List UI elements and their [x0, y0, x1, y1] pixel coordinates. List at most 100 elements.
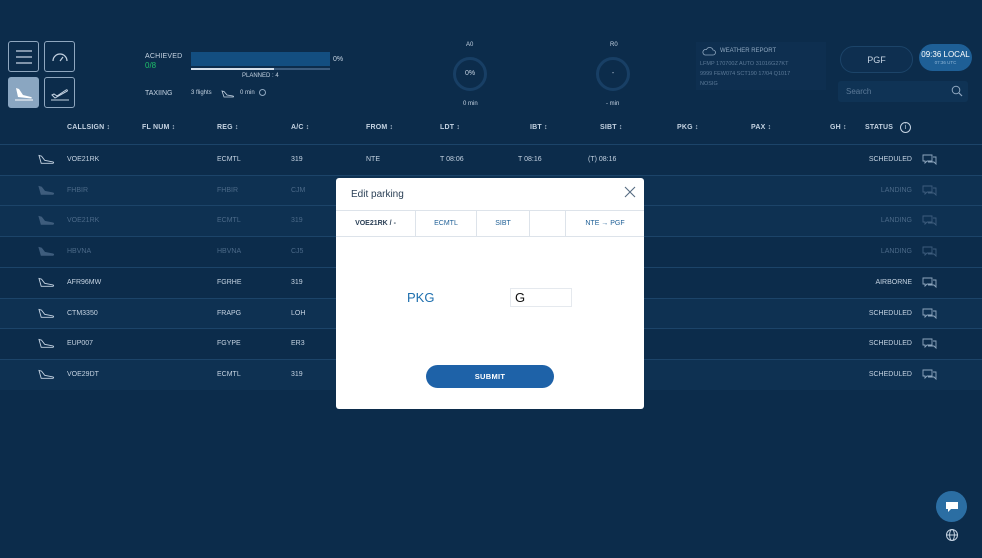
taxiing-minutes: 0 min	[240, 90, 255, 96]
local-time: 09:36 LOCAL	[921, 50, 970, 59]
dialog-title: Edit parking	[351, 189, 404, 200]
clock-icon	[259, 89, 266, 96]
cell-reg: FGYPE	[217, 340, 241, 348]
cell-ac: 319	[291, 278, 303, 286]
plane-icon	[38, 246, 55, 256]
achieved-value: 0/8	[145, 61, 157, 70]
cell-callsign: VOE21RK	[67, 156, 100, 163]
parking-input[interactable]: G	[510, 288, 572, 307]
summary-route: NTE → PGF	[585, 220, 625, 227]
taxiing-label: TAXIING	[145, 90, 173, 97]
gauge-r0-label: R0	[610, 42, 618, 48]
pkg-label: PKG	[407, 290, 435, 305]
plane-icon	[38, 308, 55, 318]
summary-sibt: SIBT	[477, 211, 530, 236]
plane-icon	[38, 185, 55, 195]
comment-icon[interactable]	[922, 153, 938, 166]
plane-icon	[38, 369, 55, 379]
cell-ac: 319	[291, 156, 303, 163]
cell-ac: ER3	[291, 340, 305, 348]
column-ac[interactable]: A/C ↕	[291, 124, 310, 131]
close-icon[interactable]	[624, 186, 636, 198]
cell-sibt: (T) 08:16	[588, 156, 617, 163]
cell-status: LANDING	[880, 186, 912, 194]
gauge-a0-label: A0	[466, 42, 474, 48]
menu-button[interactable]	[8, 41, 39, 72]
cell-ldt: T 08:06	[440, 156, 464, 163]
cell-reg: FRAPG	[217, 309, 242, 317]
comment-icon[interactable]	[922, 184, 938, 197]
column-pax[interactable]: PAX ↕	[751, 124, 771, 131]
cell-status: AIRBORNE	[875, 278, 912, 286]
comment-icon[interactable]	[922, 368, 938, 381]
column-ibt[interactable]: IBT ↕	[530, 124, 548, 131]
globe-icon[interactable]	[945, 528, 959, 542]
plane-takeoff-icon	[50, 88, 69, 100]
table-row[interactable]: VOE21RK ECMTL 319 NTE T 08:06 T 08:16 (T) 08:1…	[0, 144, 982, 175]
column-reg[interactable]: REG ↕	[217, 124, 239, 131]
summary-blank	[530, 211, 566, 236]
plane-icon	[221, 90, 234, 98]
comment-icon[interactable]	[922, 337, 938, 350]
comment-icon[interactable]	[922, 276, 938, 289]
column-from[interactable]: FROM ↕	[366, 124, 393, 131]
gauge-a0-sub: 0 min	[463, 101, 478, 107]
weather-report[interactable]: WEATHER REPORT LFMP 170700Z AUTO 31016G2…	[696, 42, 826, 90]
cell-callsign: FHBIR	[67, 186, 88, 194]
cell-status: SCHEDULED	[868, 340, 912, 348]
summary-reg: ECMTL	[416, 211, 477, 236]
cell-reg: FHBIR	[217, 186, 238, 194]
hamburger-icon	[15, 49, 32, 64]
cell-reg: HBVNA	[217, 248, 242, 256]
column-sibt[interactable]: SIBT ↕	[600, 124, 623, 131]
dashboard-button[interactable]	[44, 41, 75, 72]
weather-line: 9999 FEW074 SCT190 17/04 Q1017	[700, 71, 791, 77]
submit-button[interactable]: SUBMIT	[426, 365, 554, 388]
clock-display: 09:36 LOCAL 07:36 UTC	[919, 44, 972, 71]
cell-reg: ECMTL	[217, 156, 241, 163]
summary-callsign: VOE21RK / -	[336, 211, 416, 236]
plane-icon	[38, 216, 55, 226]
chat-bubble-icon	[945, 501, 958, 512]
column-status[interactable]: STATUS	[865, 124, 893, 131]
plane-icon	[38, 277, 55, 287]
cell-callsign: HBVNA	[67, 248, 92, 256]
comment-icon[interactable]	[922, 307, 938, 320]
progress-percent: 0%	[333, 56, 344, 63]
comment-icon[interactable]	[922, 245, 938, 258]
taxiing-flights: 3 flights	[191, 90, 212, 96]
plane-landing-icon	[14, 87, 33, 100]
cell-status: SCHEDULED	[868, 309, 912, 317]
arrivals-button[interactable]	[8, 77, 39, 108]
cell-ac: LOH	[291, 309, 306, 317]
cell-ac: 319	[291, 217, 303, 225]
search-input[interactable]: Search	[838, 81, 968, 102]
column-ldt[interactable]: LDT ↕	[440, 124, 460, 131]
column-flnum[interactable]: FL NUM ↕	[142, 124, 175, 131]
column-gh[interactable]: GH ↕	[830, 124, 847, 131]
column-pkg[interactable]: PKG ↕	[677, 124, 699, 131]
plane-icon	[38, 339, 55, 348]
cell-status: SCHEDULED	[868, 156, 912, 163]
column-callsign[interactable]: CALLSIGN ↕	[67, 124, 110, 131]
gauge-r0-value: -	[611, 70, 615, 77]
cell-status: LANDING	[880, 217, 912, 225]
cell-callsign: AFR96MW	[67, 278, 102, 286]
cell-ibt: T 08:16	[518, 156, 542, 163]
info-icon[interactable]: i	[900, 122, 911, 133]
search-icon	[951, 85, 963, 97]
search-placeholder: Search	[846, 87, 872, 96]
flight-summary-tabs: VOE21RK / - ECMTL SIBT NTE → PGF	[336, 210, 644, 237]
comment-icon[interactable]	[922, 214, 938, 227]
achieved-label: ACHIEVED	[145, 53, 183, 60]
cell-reg: ECMTL	[217, 370, 241, 378]
cell-reg: ECMTL	[217, 217, 241, 225]
planned-progress-bar	[191, 68, 330, 70]
cell-callsign: VOE21RK	[67, 217, 100, 225]
cell-callsign: CTM3350	[67, 309, 98, 317]
cell-ac: CJ5	[291, 248, 304, 256]
departures-button[interactable]	[44, 77, 75, 108]
chat-button[interactable]	[936, 491, 967, 522]
airport-selector[interactable]: PGF	[840, 46, 913, 73]
planned-label: PLANNED : 4	[242, 73, 279, 79]
